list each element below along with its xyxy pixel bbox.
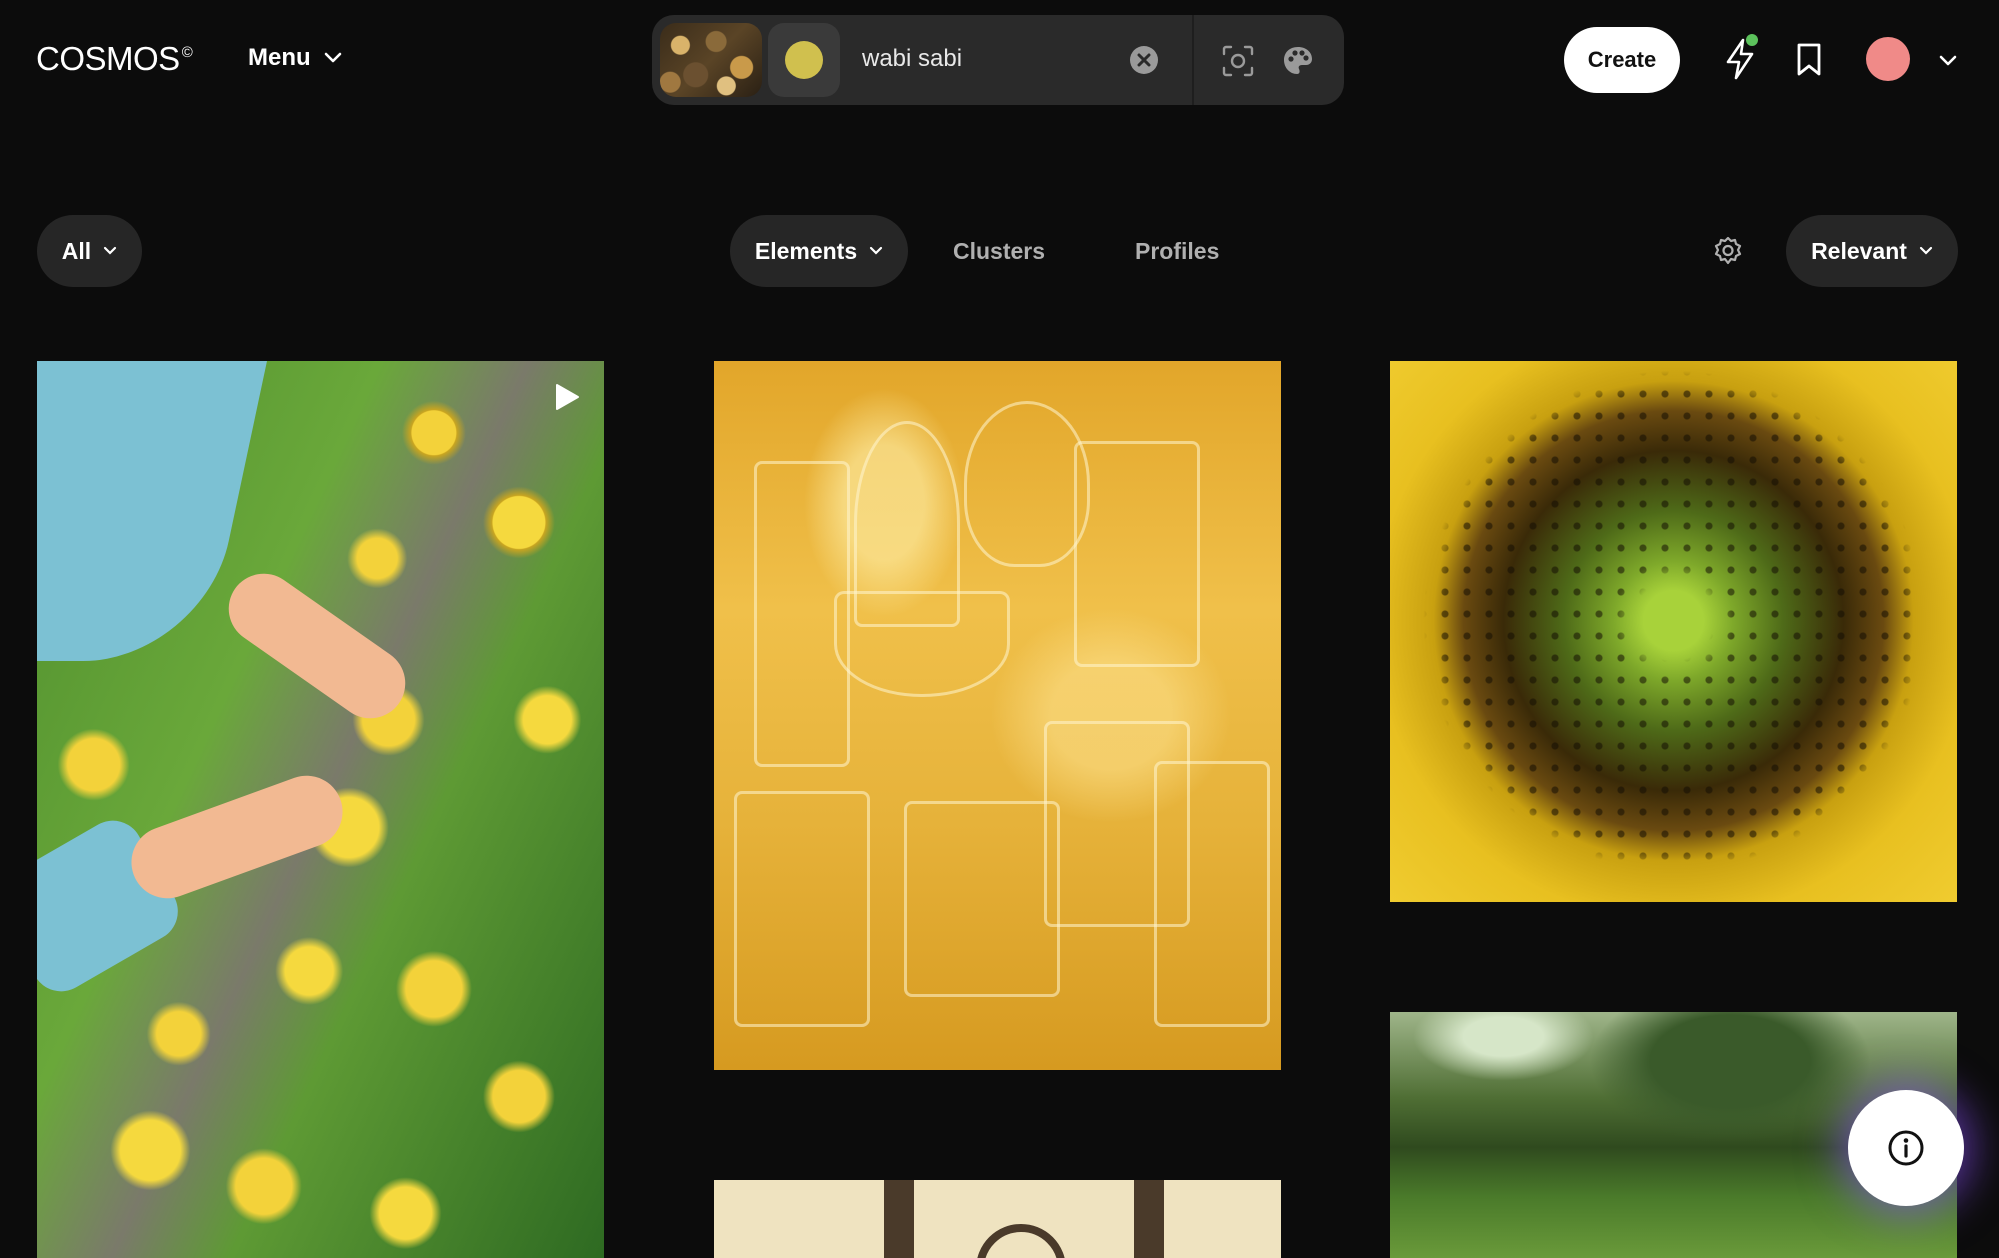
scope-dropdown[interactable]: All xyxy=(37,215,142,287)
beam-shape xyxy=(884,1180,914,1258)
glass-shape xyxy=(834,591,1010,697)
grid-item-image[interactable] xyxy=(714,361,1281,1070)
info-button[interactable] xyxy=(1848,1090,1964,1206)
visual-search-icon[interactable] xyxy=(1220,43,1256,84)
search-divider xyxy=(1192,15,1194,105)
chevron-down-icon xyxy=(323,51,343,65)
grid-item-video[interactable] xyxy=(37,361,604,1258)
account-chevron-down-icon[interactable] xyxy=(1938,54,1958,68)
bookmark-icon[interactable] xyxy=(1796,42,1822,83)
chevron-down-icon xyxy=(104,246,117,255)
arch-shape xyxy=(976,1224,1066,1258)
glass-shape xyxy=(904,801,1060,997)
scope-label: All xyxy=(61,237,92,264)
search-bar[interactable]: wabi sabi xyxy=(652,15,1344,105)
tab-elements-label: Elements xyxy=(754,237,858,264)
menu-button[interactable]: Menu xyxy=(248,44,343,72)
glass-shape xyxy=(1154,761,1270,1027)
hand-shape xyxy=(215,559,419,733)
notification-dot xyxy=(1746,34,1758,46)
seed-pattern xyxy=(1390,361,1957,902)
glass-shape xyxy=(964,401,1090,567)
menu-label: Menu xyxy=(248,44,311,71)
lightning-icon[interactable] xyxy=(1722,34,1758,86)
sort-dropdown[interactable]: Relevant xyxy=(1786,215,1958,287)
cosmos-logo[interactable]: COSMOS © xyxy=(36,40,193,78)
create-button[interactable]: Create xyxy=(1564,27,1680,93)
color-swatch-button[interactable] xyxy=(768,23,840,97)
palette-icon[interactable] xyxy=(1280,43,1316,84)
sort-label: Relevant xyxy=(1811,237,1907,264)
search-input[interactable]: wabi sabi xyxy=(862,45,962,73)
chevron-down-icon xyxy=(1919,246,1933,255)
grid-item-image[interactable] xyxy=(1390,361,1957,902)
tab-profiles[interactable]: Profiles xyxy=(1135,238,1219,265)
clear-icon[interactable] xyxy=(1130,46,1158,74)
grid-item-image[interactable] xyxy=(714,1180,1281,1258)
logo-mark: © xyxy=(181,44,193,61)
tab-clusters[interactable]: Clusters xyxy=(953,238,1045,265)
play-icon xyxy=(550,381,582,418)
logo-text: COSMOS xyxy=(36,40,180,77)
beam-shape xyxy=(1134,1180,1164,1258)
glass-shape xyxy=(734,791,870,1027)
glass-shape xyxy=(1074,441,1200,667)
info-icon xyxy=(1888,1130,1924,1166)
chevron-down-icon xyxy=(870,246,883,255)
tab-elements[interactable]: Elements xyxy=(730,215,908,287)
avatar[interactable] xyxy=(1866,37,1910,81)
image-thumbnail[interactable] xyxy=(660,23,762,97)
hand-shape xyxy=(121,765,353,909)
color-swatch xyxy=(785,41,823,79)
settings-icon[interactable] xyxy=(1712,235,1744,272)
